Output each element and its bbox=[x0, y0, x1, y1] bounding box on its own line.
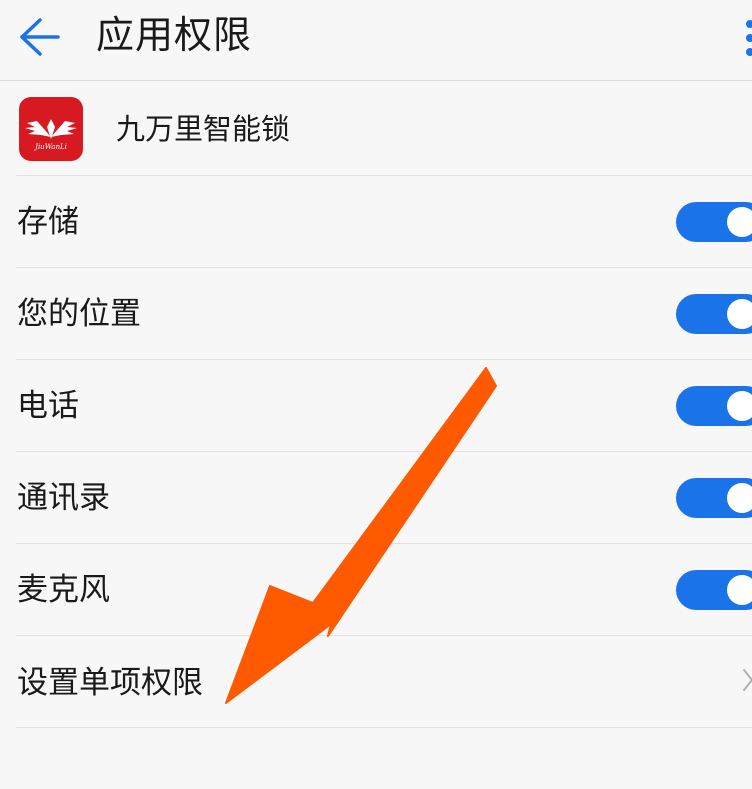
permission-toggle[interactable] bbox=[676, 478, 752, 518]
arrow-left-icon bbox=[20, 18, 60, 56]
app-icon: JiuWanLi bbox=[19, 97, 83, 161]
permission-toggle[interactable] bbox=[676, 202, 752, 242]
more-vertical-icon bbox=[746, 20, 752, 28]
app-name: 九万里智能锁 bbox=[116, 112, 291, 146]
permission-label: 通讯录 bbox=[17, 480, 110, 516]
more-options-button[interactable] bbox=[744, 18, 752, 58]
permission-toggle[interactable] bbox=[676, 294, 752, 334]
permission-row-phone[interactable]: 电话 bbox=[0, 360, 752, 451]
more-vertical-icon-dot bbox=[746, 48, 752, 56]
permission-row-storage[interactable]: 存储 bbox=[0, 176, 752, 267]
permission-label: 麦克风 bbox=[17, 572, 110, 608]
wings-logo-icon bbox=[25, 119, 77, 139]
back-button[interactable] bbox=[14, 14, 64, 60]
toggle-knob bbox=[727, 207, 752, 237]
divider bbox=[16, 727, 752, 728]
permission-label: 您的位置 bbox=[17, 296, 141, 332]
permission-row-contacts[interactable]: 通讯录 bbox=[0, 452, 752, 543]
permission-toggle[interactable] bbox=[676, 386, 752, 426]
permission-label: 电话 bbox=[17, 388, 79, 424]
permission-toggle[interactable] bbox=[676, 570, 752, 610]
page-title: 应用权限 bbox=[96, 13, 253, 57]
permission-row-location[interactable]: 您的位置 bbox=[0, 268, 752, 359]
permission-label: 存储 bbox=[17, 204, 79, 240]
app-info-row: JiuWanLi 九万里智能锁 bbox=[0, 81, 752, 175]
individual-permissions-label: 设置单项权限 bbox=[17, 665, 203, 701]
individual-permissions-row[interactable]: 设置单项权限 bbox=[0, 636, 752, 727]
app-logo-text: JiuWanLi bbox=[35, 143, 67, 151]
app-bar: 应用权限 bbox=[0, 0, 752, 81]
chevron-right-icon bbox=[743, 669, 752, 691]
more-vertical-icon-dot bbox=[746, 34, 752, 42]
toggle-knob bbox=[727, 391, 752, 421]
permission-row-microphone[interactable]: 麦克风 bbox=[0, 544, 752, 635]
toggle-knob bbox=[727, 299, 752, 329]
toggle-knob bbox=[727, 483, 752, 513]
toggle-knob bbox=[727, 575, 752, 605]
